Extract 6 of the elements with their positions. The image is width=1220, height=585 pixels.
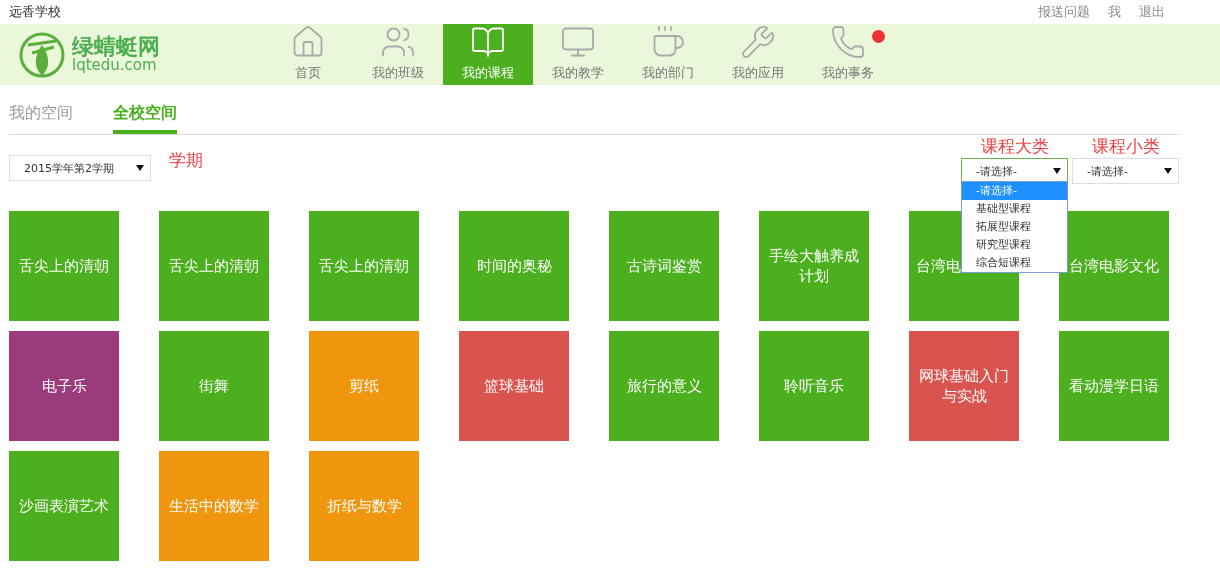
category-label: 课程大类 xyxy=(980,135,1049,158)
term-label: 学期 xyxy=(169,149,203,172)
logo-name: 绿蜻蜓网 xyxy=(72,36,160,58)
subcategory-label: 课程小类 xyxy=(1091,135,1160,158)
logo-domain: lqtedu.com xyxy=(72,58,157,73)
school-name: 远香学校 xyxy=(9,3,61,21)
